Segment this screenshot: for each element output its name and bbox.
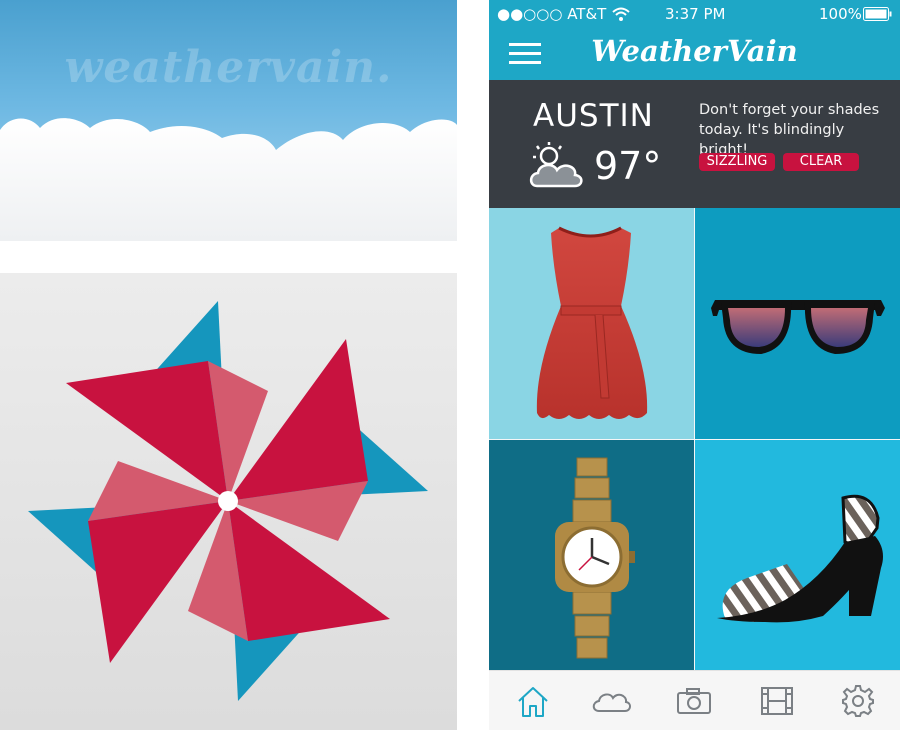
red-dress-icon xyxy=(536,226,648,419)
outfit-tile-watch[interactable] xyxy=(489,440,694,670)
tab-home[interactable] xyxy=(511,683,555,719)
gear-icon xyxy=(842,685,874,717)
app-title: WeatherVain xyxy=(591,34,798,68)
condition-tag-sizzling: SIZZLING xyxy=(699,153,775,171)
pinwheel-logo-icon xyxy=(28,301,428,701)
pinwheel-backdrop xyxy=(0,273,457,730)
home-icon xyxy=(518,687,548,717)
splash-panel: weathervain. xyxy=(0,0,457,730)
tab-video[interactable] xyxy=(755,683,799,719)
battery-icon xyxy=(863,7,892,21)
sky-banner: weathervain. xyxy=(0,0,457,241)
phone-screen: ●●○○○ AT&T 3:37 PM 100% WeatherVain AUST… xyxy=(489,0,900,730)
condition-tag-clear: CLEAR xyxy=(783,153,859,171)
high-heel-icon xyxy=(717,494,883,623)
tab-camera[interactable] xyxy=(672,683,716,719)
wifi-icon xyxy=(612,7,630,21)
status-bar: ●●○○○ AT&T 3:37 PM 100% xyxy=(489,0,900,28)
status-time: 3:37 PM xyxy=(665,5,726,23)
weather-message: Don't forget your shades today. It's bli… xyxy=(699,102,880,158)
hamburger-menu-icon[interactable] xyxy=(509,41,541,67)
tab-bar xyxy=(489,670,900,730)
temperature: 97° xyxy=(594,144,662,188)
outfit-tile-dress[interactable] xyxy=(489,208,694,439)
partly-cloudy-icon xyxy=(529,142,583,188)
sunglasses-icon xyxy=(711,300,885,354)
outfit-tile-sunglasses[interactable] xyxy=(695,208,900,439)
nav-bar: WeatherVain xyxy=(489,28,900,80)
weather-panel: AUSTIN 97° Don't forget your shades toda… xyxy=(489,80,900,208)
gold-watch-icon xyxy=(555,457,635,659)
tab-settings[interactable] xyxy=(836,683,880,719)
cloud-icon xyxy=(592,693,631,712)
carrier-signal: ●●○○○ AT&T xyxy=(497,5,607,23)
outfit-tile-heel[interactable] xyxy=(695,440,900,670)
film-icon xyxy=(761,687,793,715)
clouds-illustration xyxy=(0,118,457,241)
battery-percent: 100% xyxy=(819,5,862,23)
tab-weather[interactable] xyxy=(589,683,633,719)
camera-icon xyxy=(677,688,711,714)
city-name: AUSTIN xyxy=(533,98,654,134)
